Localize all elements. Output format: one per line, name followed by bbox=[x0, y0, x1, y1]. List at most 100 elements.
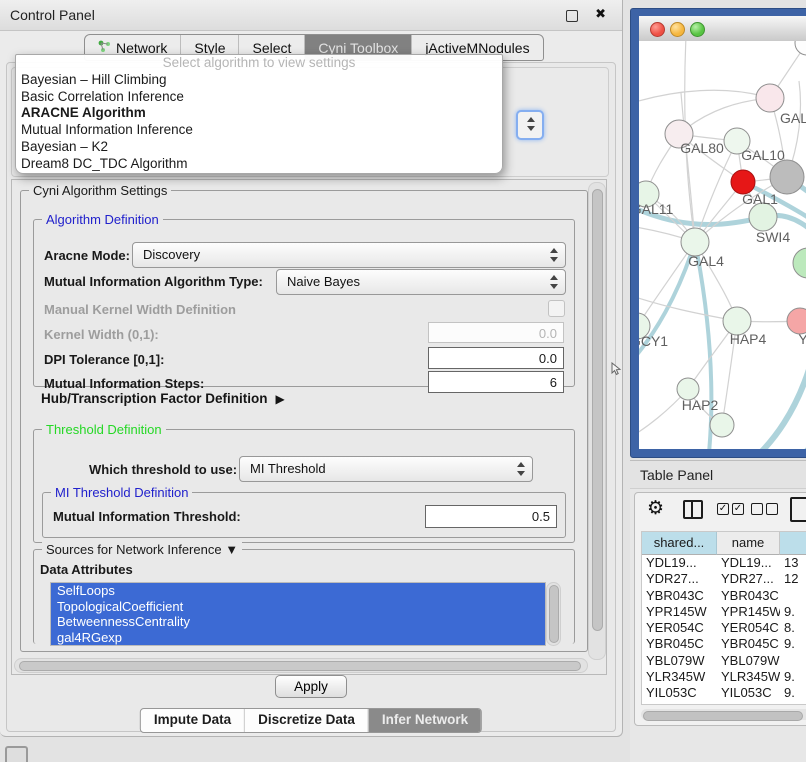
table-row[interactable]: YBR043CYBR043C bbox=[642, 588, 806, 604]
node-label: GAL11 bbox=[639, 201, 673, 217]
cyni-bottom-tabs: Impute Data Discretize Data Infer Networ… bbox=[140, 708, 482, 733]
settings-scroll-viewport: Cyni Algorithm Settings Algorithm Defini… bbox=[11, 179, 607, 675]
algorithm-combobox-focus-ring[interactable] bbox=[516, 110, 544, 140]
list-scrollbar bbox=[546, 582, 561, 646]
table-row[interactable]: YIL053CYIL053C9. bbox=[642, 685, 806, 701]
column-header[interactable] bbox=[780, 532, 806, 555]
column-header[interactable]: name bbox=[717, 532, 780, 555]
column-header[interactable]: shared... bbox=[642, 532, 717, 555]
manual-kernel-label: Manual Kernel Width Definition bbox=[44, 302, 236, 317]
manual-kernel-checkbox[interactable] bbox=[548, 300, 565, 317]
tab-discretize-data[interactable]: Discretize Data bbox=[244, 709, 368, 732]
network-node-gray[interactable] bbox=[770, 160, 804, 194]
node-label: GAL80 bbox=[680, 140, 724, 156]
node-labels: GAL GAL80 GAL10 GAL1 GAL11 SWI4 GAL4 GCY… bbox=[639, 110, 806, 413]
node-label: GAL10 bbox=[741, 147, 785, 163]
aracne-mode-combobox[interactable]: Discovery bbox=[132, 242, 566, 268]
table-row[interactable]: YER054CYER054C8. bbox=[642, 620, 806, 636]
which-threshold-combobox[interactable]: MI Threshold bbox=[239, 456, 533, 482]
deselect-checkboxes-icon[interactable] bbox=[751, 503, 778, 515]
network-window-titlebar[interactable] bbox=[639, 16, 806, 42]
settings-vertical-scrollbar-thumb[interactable] bbox=[592, 189, 603, 631]
node-label: Y bbox=[798, 331, 806, 347]
list-scrollbar-thumb[interactable] bbox=[549, 585, 559, 643]
table-horizontal-scrollbar-thumb[interactable] bbox=[643, 711, 803, 721]
threshold-definition-group: Threshold Definition Which threshold to … bbox=[33, 429, 575, 543]
close-panel-icon[interactable]: ✖ bbox=[595, 6, 606, 22]
which-threshold-label: Which threshold to use: bbox=[89, 462, 237, 477]
node-label: HAP4 bbox=[730, 331, 767, 347]
settings-horizontal-scrollbar-thumb[interactable] bbox=[19, 661, 581, 671]
mi-steps-field[interactable]: 6 bbox=[428, 371, 564, 393]
close-window-icon[interactable] bbox=[650, 22, 665, 37]
popup-option[interactable]: Bayesian – Hill Climbing bbox=[16, 72, 502, 89]
network-node-swi4[interactable] bbox=[749, 203, 777, 231]
float-panel-icon[interactable] bbox=[566, 10, 578, 22]
group-title: Algorithm Definition bbox=[42, 212, 163, 227]
table-panel-titlebar: Table Panel bbox=[630, 460, 806, 489]
split-columns-icon[interactable] bbox=[683, 500, 703, 519]
popup-placeholder: Select algorithm to view settings bbox=[16, 55, 502, 72]
algorithm-select-popup: Select algorithm to view settings Bayesi… bbox=[15, 54, 503, 174]
zoom-window-icon[interactable] bbox=[690, 22, 705, 37]
control-panel-window: Control Panel ✖ Network Style Select Cyn… bbox=[0, 0, 623, 737]
popup-option[interactable]: Basic Correlation Inference bbox=[16, 89, 502, 106]
sources-group-title[interactable]: Sources for Network Inference ▼ bbox=[42, 542, 242, 557]
popup-option[interactable]: Dream8 DC_TDC Algorithm bbox=[16, 156, 502, 173]
network-node[interactable] bbox=[710, 413, 734, 437]
mi-type-label: Mutual Information Algorithm Type: bbox=[44, 274, 263, 289]
mi-threshold-field[interactable]: 0.5 bbox=[425, 505, 557, 528]
table-panel: Table Panel ⚙ ✓ ✓ shared... name YDL19..… bbox=[630, 460, 806, 762]
expander-arrow-icon: ▶ bbox=[276, 392, 285, 406]
list-item[interactable]: TopologicalCoefficient bbox=[51, 599, 545, 615]
settings-gear-icon[interactable]: ⚙ bbox=[647, 497, 664, 520]
combo-stepper-icon bbox=[526, 117, 535, 131]
list-item[interactable]: BetweennessCentrality bbox=[51, 614, 545, 630]
cyni-algorithm-settings-group: Cyni Algorithm Settings Algorithm Defini… bbox=[20, 190, 588, 652]
settings-vertical-scrollbar bbox=[588, 182, 606, 660]
node-label: SWI4 bbox=[756, 229, 790, 245]
file-icon[interactable] bbox=[790, 497, 806, 522]
dpi-tolerance-field[interactable]: 0.0 bbox=[428, 347, 564, 369]
select-all-checkboxes-icon[interactable]: ✓ ✓ bbox=[717, 503, 744, 515]
mouse-cursor bbox=[611, 362, 622, 376]
group-title: MI Threshold Definition bbox=[51, 485, 192, 500]
table-row[interactable]: YBR045CYBR045C9. bbox=[642, 636, 806, 652]
table-row[interactable]: YDR27...YDR27...12 bbox=[642, 571, 806, 587]
node-label: GCY1 bbox=[639, 333, 668, 349]
network-node-gal4[interactable] bbox=[681, 228, 709, 256]
node-label: GAL4 bbox=[688, 253, 724, 269]
apply-button[interactable]: Apply bbox=[275, 675, 347, 698]
list-item[interactable]: SelfLoops bbox=[51, 583, 545, 599]
popup-option[interactable]: Bayesian – K2 bbox=[16, 139, 502, 156]
mi-type-combobox[interactable]: Naive Bayes bbox=[276, 269, 566, 295]
popup-option-highlighted[interactable]: ARACNE Algorithm bbox=[16, 105, 502, 122]
minimized-panel-icon[interactable] bbox=[5, 746, 28, 762]
checked-box-icon: ✓ bbox=[717, 503, 729, 515]
network-node[interactable] bbox=[756, 84, 784, 112]
minimize-window-icon[interactable] bbox=[670, 22, 685, 37]
network-node[interactable] bbox=[795, 41, 806, 55]
list-item[interactable]: gal4RGexp bbox=[51, 630, 545, 646]
tab-infer-network[interactable]: Infer Network bbox=[368, 709, 481, 732]
table-row[interactable]: YBL079WYBL079W bbox=[642, 653, 806, 669]
dpi-tolerance-label: DPI Tolerance [0,1]: bbox=[44, 352, 164, 367]
kernel-width-field[interactable]: 0.0 bbox=[428, 322, 564, 343]
network-node[interactable] bbox=[793, 248, 806, 278]
table-row[interactable]: YLR345WYLR345W9. bbox=[642, 669, 806, 685]
table-panel-title: Table Panel bbox=[640, 467, 713, 483]
popup-option[interactable]: Mutual Information Inference bbox=[16, 122, 502, 139]
combo-stepper-icon bbox=[516, 462, 525, 476]
table-row[interactable]: YPR145WYPR145W9. bbox=[642, 604, 806, 620]
algorithm-definition-group: Algorithm Definition Aracne Mode: Discov… bbox=[33, 219, 575, 387]
aracne-mode-label: Aracne Mode: bbox=[44, 248, 130, 263]
checked-box-icon: ✓ bbox=[732, 503, 744, 515]
table-row[interactable]: YDL19...YDL19...13 bbox=[642, 555, 806, 571]
sources-group: Sources for Network Inference ▼ Data Att… bbox=[33, 549, 575, 644]
network-canvas[interactable]: GAL GAL80 GAL10 GAL1 GAL11 SWI4 GAL4 GCY… bbox=[639, 41, 806, 449]
kernel-width-label: Kernel Width (0,1): bbox=[44, 327, 159, 342]
tab-impute-data[interactable]: Impute Data bbox=[141, 709, 244, 732]
combo-stepper-icon bbox=[549, 275, 558, 289]
hub-definition-expander[interactable]: Hub/Transcription Factor Definition▶ bbox=[41, 391, 285, 406]
mi-threshold-label: Mutual Information Threshold: bbox=[53, 509, 241, 524]
